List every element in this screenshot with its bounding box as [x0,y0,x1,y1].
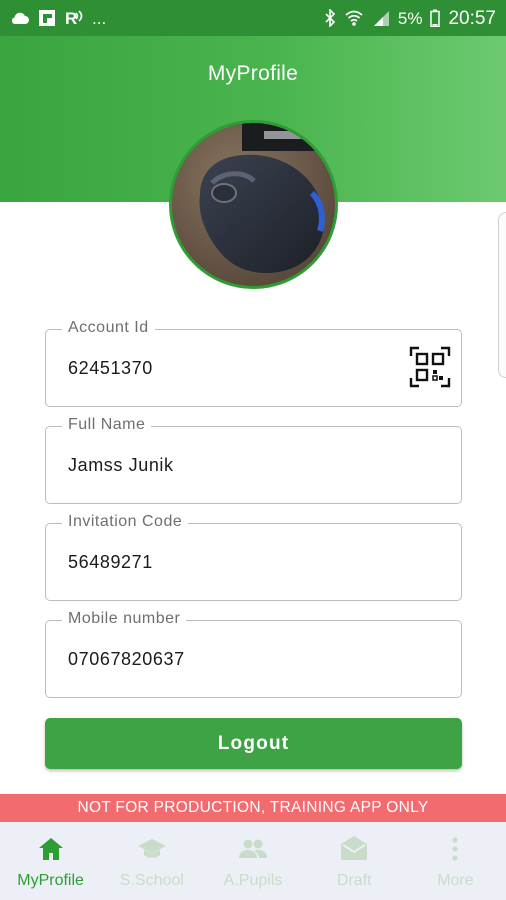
nav-item-more[interactable]: More [405,822,506,900]
invitation-code-label: Invitation Code [62,513,189,531]
page-title: MyProfile [207,62,299,85]
drafts-mail-icon [341,836,368,860]
status-left: R ... [10,9,106,27]
invitation-code-field: Invitation Code 56489271 [45,513,462,601]
cell-signal-icon [373,11,389,26]
mobile-number-value: 07067820637 [68,649,185,669]
flipboard-icon [39,10,55,26]
training-banner: NOT FOR PRODUCTION, TRAINING APP ONLY [0,794,506,822]
nav-item-draft[interactable]: Draft [304,822,405,900]
wifi-icon [345,10,363,26]
battery-icon [430,9,441,27]
invitation-code-value: 56489271 [68,552,153,572]
home-icon [38,838,63,860]
more-vertical-icon [452,837,459,861]
mobile-number-field: Mobile number 07067820637 [45,610,462,698]
logout-button[interactable]: Logout [45,718,462,769]
avatar[interactable] [169,120,338,289]
mobile-number-label: Mobile number [62,610,187,628]
graduation-cap-icon [137,839,166,858]
account-id-label: Account Id [62,319,155,337]
signal-r-icon: R [65,9,83,27]
nav-label-more: More [437,872,474,889]
account-id-value: 62451370 [68,358,153,378]
status-bar: R ... 5% 20:57 [0,0,506,36]
status-overflow-text: ... [92,8,107,28]
nav-label-apupils: A.Pupils [223,872,283,889]
battery-percent: 5% [397,8,423,28]
nav-label-myprofile: MyProfile [17,872,84,889]
bottom-nav: MyProfile S.School A.Pupils Draft More [0,822,506,900]
cloud-icon [11,12,29,24]
nav-item-myprofile[interactable]: MyProfile [0,822,101,900]
avatar-photo [172,123,335,286]
side-drawer-handle[interactable] [498,212,506,378]
nav-label-sschool: S.School [119,872,184,889]
nav-item-apupils[interactable]: A.Pupils [202,822,303,900]
people-icon [239,839,267,858]
nav-label-draft: Draft [336,872,372,889]
bluetooth-icon [325,9,336,27]
svg-text:R: R [65,9,77,27]
status-time: 20:57 [448,7,496,29]
status-right: 5% 20:57 [324,9,496,28]
nav-item-sschool[interactable]: S.School [101,822,202,900]
account-id-field: Account Id 62451370 [45,319,462,407]
full-name-value: Jamss Junik [68,455,174,475]
full-name-field: Full Name Jamss Junik [45,416,462,504]
qr-code-icon[interactable] [409,346,451,388]
full-name-label: Full Name [62,416,152,434]
profile-screen: R ... 5% 20:57 MyProfile Account Id 6245… [0,0,506,900]
